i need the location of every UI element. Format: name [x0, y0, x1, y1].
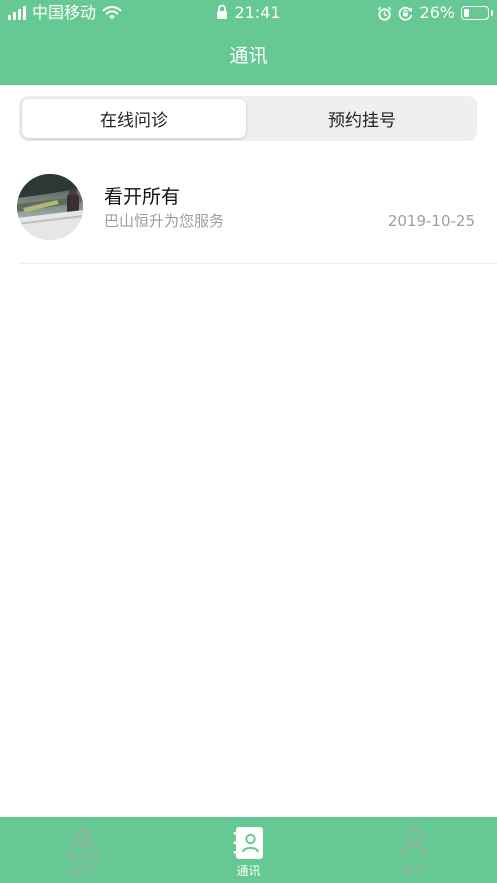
tab-label: 通讯	[236, 864, 261, 878]
clock-time: 21:41	[234, 3, 281, 22]
avatar	[17, 174, 83, 240]
tab-label: 我的	[402, 864, 427, 878]
tab-mine[interactable]: 我的	[331, 817, 497, 883]
list-divider	[19, 263, 497, 264]
tab-contacts[interactable]: 通讯	[166, 817, 332, 883]
segmented-control: 在线问诊 预约挂号	[19, 96, 477, 141]
contacts-book-icon	[231, 825, 267, 861]
page-title: 通讯	[229, 45, 268, 67]
conversation-date: 2019-10-25	[387, 212, 475, 230]
tab-medical[interactable]: 医疗	[0, 817, 166, 883]
doctor-icon	[65, 825, 101, 861]
battery-percent: 26%	[419, 3, 455, 22]
app-header: 中国移动 21:41 26% 通讯	[0, 0, 497, 85]
battery-level-fill	[464, 9, 469, 17]
segment-tab-online-consult[interactable]: 在线问诊	[22, 99, 246, 138]
conversation-name: 看开所有	[104, 186, 181, 208]
conversation-item[interactable]: 看开所有 巴山恒升为您服务 2019-10-25	[0, 160, 497, 264]
segment-tab-appointment[interactable]: 预约挂号	[250, 99, 474, 138]
status-bar: 中国移动 21:41 26%	[0, 0, 497, 26]
battery-icon	[461, 6, 493, 20]
person-icon	[396, 825, 432, 861]
status-bar-right: 26%	[377, 3, 493, 23]
bottom-tab-bar: 医疗 通讯 我的	[0, 817, 497, 883]
lock-icon	[217, 4, 228, 19]
photo-avatar-image	[17, 174, 83, 240]
orientation-lock-icon	[399, 6, 413, 21]
tab-label: 医疗	[70, 864, 95, 878]
conversation-list: 看开所有 巴山恒升为您服务 2019-10-25	[0, 160, 497, 264]
conversation-preview: 巴山恒升为您服务	[104, 212, 225, 230]
alarm-icon	[378, 6, 392, 21]
